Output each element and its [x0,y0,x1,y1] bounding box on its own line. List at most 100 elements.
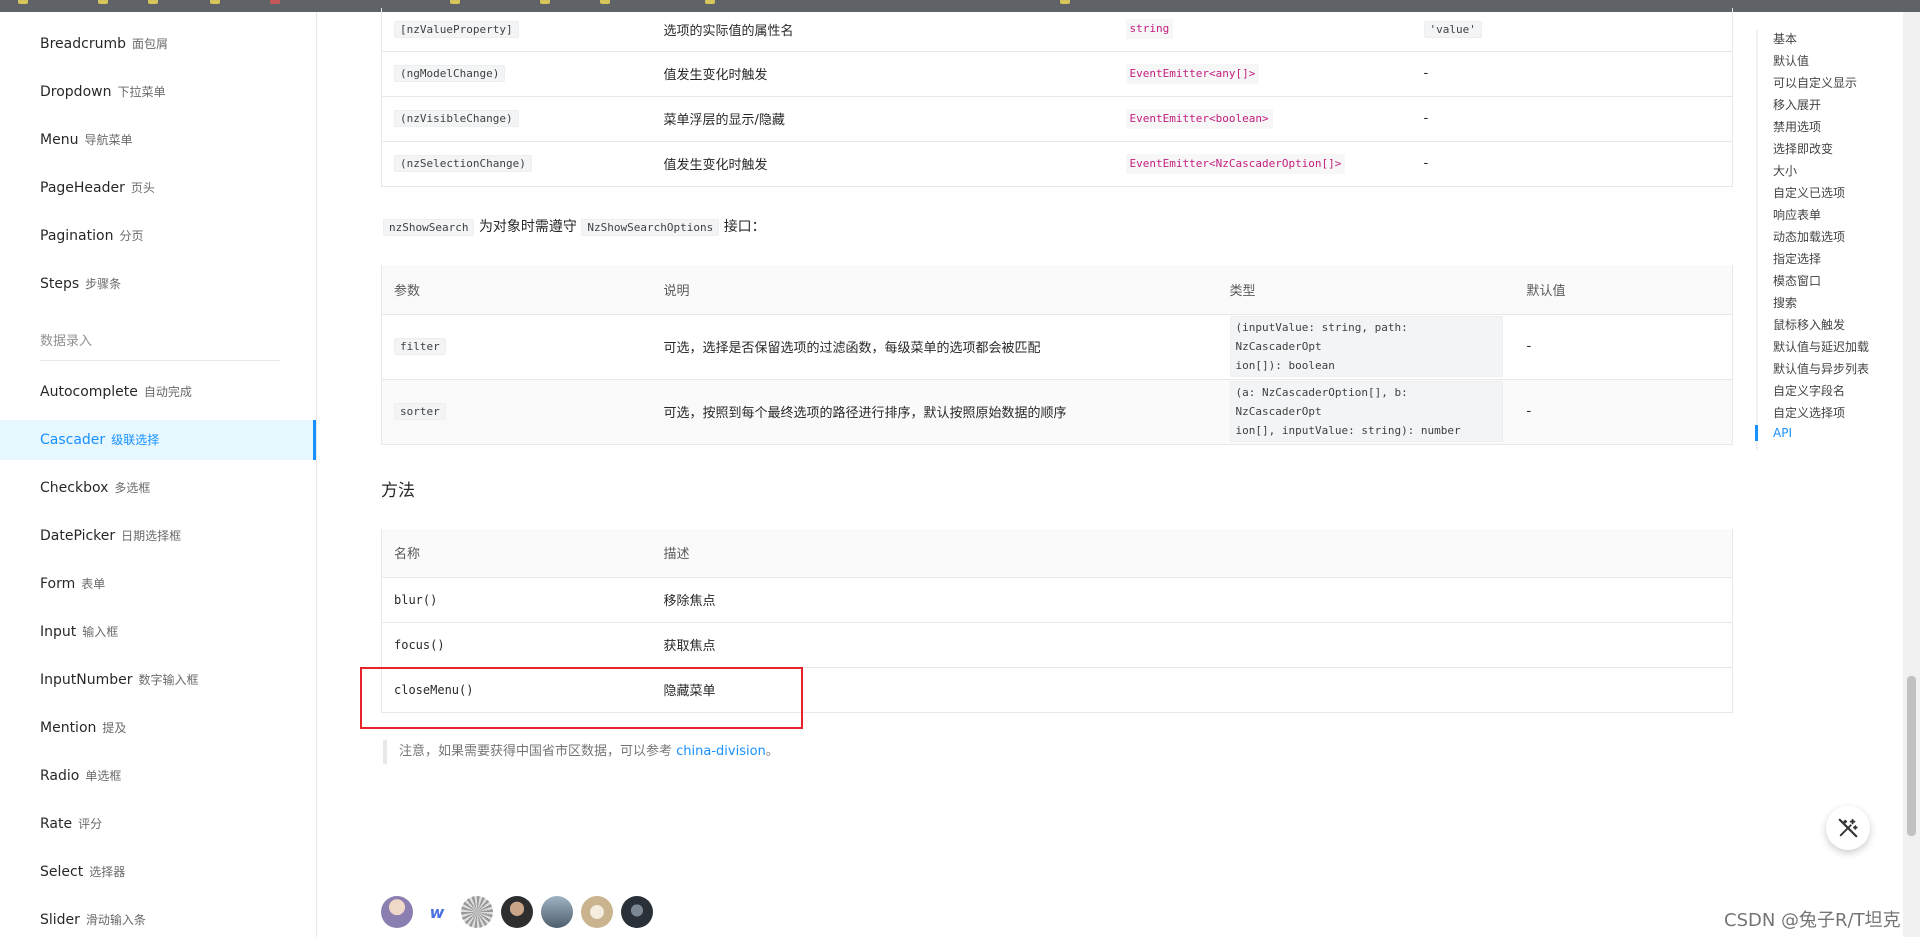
table-row: filter 可选，选择是否保留选项的过滤函数，每级菜单的选项都会被匹配 (in… [381,314,1733,380]
sidebar-item-radio[interactable]: Radio 单选框 [0,756,316,796]
sidebar-item-label: Rate [40,816,73,832]
sidebar-item-sublabel: 输入框 [82,625,119,639]
anchor-link[interactable]: 动态加载选项 [1773,228,1845,245]
anchor-link[interactable]: 自定义选择项 [1773,404,1845,421]
table-row: (nzVisibleChange) 菜单浮层的显示/隐藏 EventEmitte… [381,96,1733,142]
anchor-link[interactable]: 默认值 [1773,52,1809,69]
theme-toggle-button[interactable] [1826,806,1870,850]
sidebar-item-label: Mention [40,720,97,736]
sidebar-item-label: Breadcrumb [40,36,126,52]
sidebar-item-label: InputNumber [40,672,133,688]
scrollbar-thumb[interactable] [1907,676,1916,836]
table-cell-desc: 值发生变化时触发 [651,141,1114,187]
table-row: focus() 获取焦点 [381,622,1733,668]
tab-marker [210,0,220,4]
sidebar-item-slider[interactable]: Slider 滑动输入条 [0,900,316,937]
anchor-link[interactable]: 自定义已选项 [1773,184,1845,201]
table-cell-default: 'value' [1411,8,1733,52]
search-options-table: 参数 说明 类型 默认值 filter 可选，选择是否保留选项的过滤函数，每级菜… [381,265,1733,445]
avatar[interactable] [501,896,533,928]
type-code: EventEmitter<NzCascaderOption[]> [1125,153,1346,174]
param-code: (ngModelChange) [394,65,506,82]
anchor-link-api[interactable]: API [1773,426,1792,440]
avatar[interactable]: w [421,896,453,928]
sidebar-item-datepicker[interactable]: DatePicker 日期选择框 [0,516,316,556]
type-code-line: (a: NzCascaderOption[], b: NzCascaderOpt [1235,386,1408,418]
avatar[interactable] [621,896,653,928]
sidebar-divider [40,360,280,361]
sidebar-item-sublabel: 级联选择 [111,433,160,447]
sidebar-item-sublabel: 数字输入框 [138,673,199,687]
sidebar-item-sublabel: 导航菜单 [84,133,133,147]
tab-marker [540,0,550,4]
table-cell-default: - [1411,96,1733,142]
tab-marker [600,0,610,4]
magic-wand-icon [1838,818,1858,838]
sidebar-item-inputnumber[interactable]: InputNumber 数字输入框 [0,660,316,700]
sidebar-item-sublabel: 日期选择框 [121,529,182,543]
sidebar-item-sublabel: 页头 [130,181,155,195]
table-row: [nzValueProperty] 选项的实际值的属性名 string 'val… [381,8,1733,52]
sidebar-item-sublabel: 提及 [102,721,127,735]
anchor-link[interactable]: 基本 [1773,30,1797,47]
props-table: [nzValueProperty] 选项的实际值的属性名 string 'val… [381,8,1733,187]
sidebar-item-label: Pagination [40,228,114,244]
sidebar-item-input[interactable]: Input 输入框 [0,612,316,652]
avatar[interactable] [461,896,493,928]
china-division-link[interactable]: china-division [676,744,766,759]
sidebar-item-label: Slider [40,912,80,928]
sidebar-item-cascader[interactable]: Cascader 级联选择 [0,420,316,460]
avatar[interactable] [381,896,413,928]
table-cell-param: (nzVisibleChange) [381,96,652,142]
avatar[interactable] [541,896,573,928]
anchor-link[interactable]: 默认值与异步列表 [1773,360,1869,377]
sidebar-item-steps[interactable]: Steps 步骤条 [0,264,316,304]
sidebar-item-breadcrumb[interactable]: Breadcrumb 面包屑 [0,24,316,64]
type-code: (a: NzCascaderOption[], b: NzCascaderOpt… [1229,381,1503,442]
sidebar-item-menu[interactable]: Menu 导航菜单 [0,120,316,160]
table-row: (nzSelectionChange) 值发生变化时触发 EventEmitte… [381,141,1733,187]
sidebar-item-checkbox[interactable]: Checkbox 多选框 [0,468,316,508]
anchor-link[interactable]: 响应表单 [1773,206,1821,223]
sidebar-item-sublabel: 单选框 [85,769,122,783]
sidebar-item-sublabel: 表单 [81,577,106,591]
anchor-link[interactable]: 指定选择 [1773,250,1821,267]
avatar[interactable] [581,896,613,928]
sidebar-item-autocomplete[interactable]: Autocomplete 自动完成 [0,372,316,412]
anchor-link[interactable]: 模态窗口 [1773,272,1821,289]
inline-text: 接口： [723,219,766,235]
tab-marker [98,0,108,4]
sidebar-item-rate[interactable]: Rate 评分 [0,804,316,844]
anchor-link[interactable]: 可以自定义显示 [1773,74,1857,91]
table-cell-type: (inputValue: string, path: NzCascaderOpt… [1217,314,1515,380]
sidebar-item-label: Menu [40,132,79,148]
methods-heading: 方法 [381,481,415,501]
sidebar-item-mention[interactable]: Mention 提及 [0,708,316,748]
anchor-link[interactable]: 鼠标移入触发 [1773,316,1845,333]
sidebar-item-label: Cascader [40,432,106,448]
anchor-link[interactable]: 大小 [1773,162,1797,179]
sidebar-item-sublabel: 多选框 [114,481,151,495]
sidebar-item-form[interactable]: Form 表单 [0,564,316,604]
type-code: EventEmitter<boolean> [1125,108,1273,129]
anchor-link[interactable]: 默认值与延迟加载 [1773,338,1869,355]
sidebar-item-label: Dropdown [40,84,112,100]
anchor-link[interactable]: 移入展开 [1773,96,1821,113]
table-cell-param: [nzValueProperty] [381,8,652,52]
table-cell-param: (ngModelChange) [381,51,652,97]
anchor-link[interactable]: 搜索 [1773,294,1797,311]
contributors-avatars: w [381,896,653,928]
footnote-text: 注意，如果需要获得中国省市区数据，可以参考 [399,744,677,759]
sidebar-item-pagination[interactable]: Pagination 分页 [0,216,316,256]
anchor-link[interactable]: 禁用选项 [1773,118,1821,135]
sidebar-item-label: PageHeader [40,180,125,196]
method-desc: 隐藏菜单 [651,667,1733,713]
sidebar-item-pageheader[interactable]: PageHeader 页头 [0,168,316,208]
sidebar-item-dropdown[interactable]: Dropdown 下拉菜单 [0,72,316,112]
table-header-row: 名称 描述 [381,529,1733,578]
page-scrollbar[interactable] [1903,12,1920,937]
anchor-link[interactable]: 选择即改变 [1773,140,1833,157]
method-desc: 移除焦点 [651,577,1733,623]
anchor-link[interactable]: 自定义字段名 [1773,382,1845,399]
sidebar-item-select[interactable]: Select 选择器 [0,852,316,892]
